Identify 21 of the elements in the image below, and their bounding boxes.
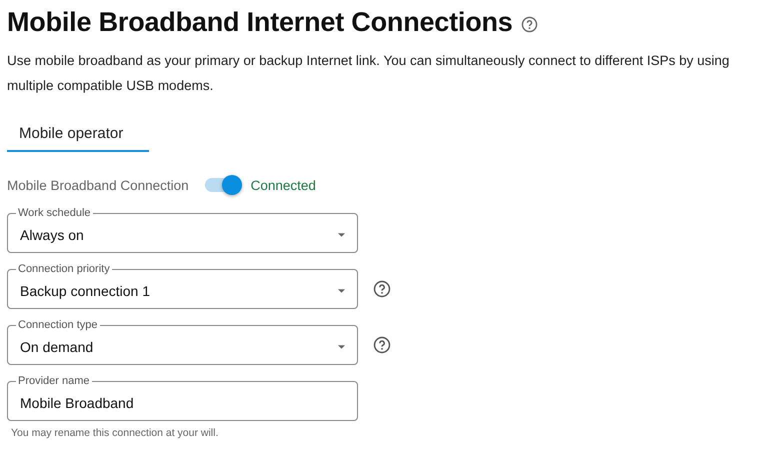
page-title: Mobile Broadband Internet Connections	[7, 6, 513, 39]
tab[interactable]: Mobile operator	[7, 119, 149, 152]
hint-text: You may rename this connection at your will.	[11, 427, 220, 439]
help-icon[interactable]	[520, 16, 538, 32]
field-label: Provider name	[17, 375, 91, 387]
description-text: Use mobile broadband as your primary or backup Internet link. You can simultaneously connect to different ISPs by using multiple compatible USB modems.	[7, 52, 730, 95]
input-field[interactable]: Provider name Mobile Broadband	[7, 375, 358, 421]
dropdown-field[interactable]: Connection type On demand	[7, 319, 358, 365]
dropdown-field[interactable]: Work schedule Always on	[7, 207, 358, 253]
caret-icon	[338, 289, 345, 293]
connection-status: Connected	[250, 178, 316, 192]
help-icon[interactable]	[373, 336, 391, 354]
field-label: Work schedule	[17, 207, 92, 219]
dropdown-field[interactable]: Connection priority Backup connection 1	[7, 263, 358, 309]
caret-icon	[338, 233, 345, 237]
field-label: Connection priority	[17, 263, 111, 275]
field-label: Connection type	[17, 319, 98, 331]
connection-label: Mobile Broadband Connection	[7, 178, 189, 192]
connection-toggle[interactable]	[204, 178, 239, 192]
help-icon[interactable]	[373, 280, 391, 298]
caret-icon	[338, 345, 345, 349]
